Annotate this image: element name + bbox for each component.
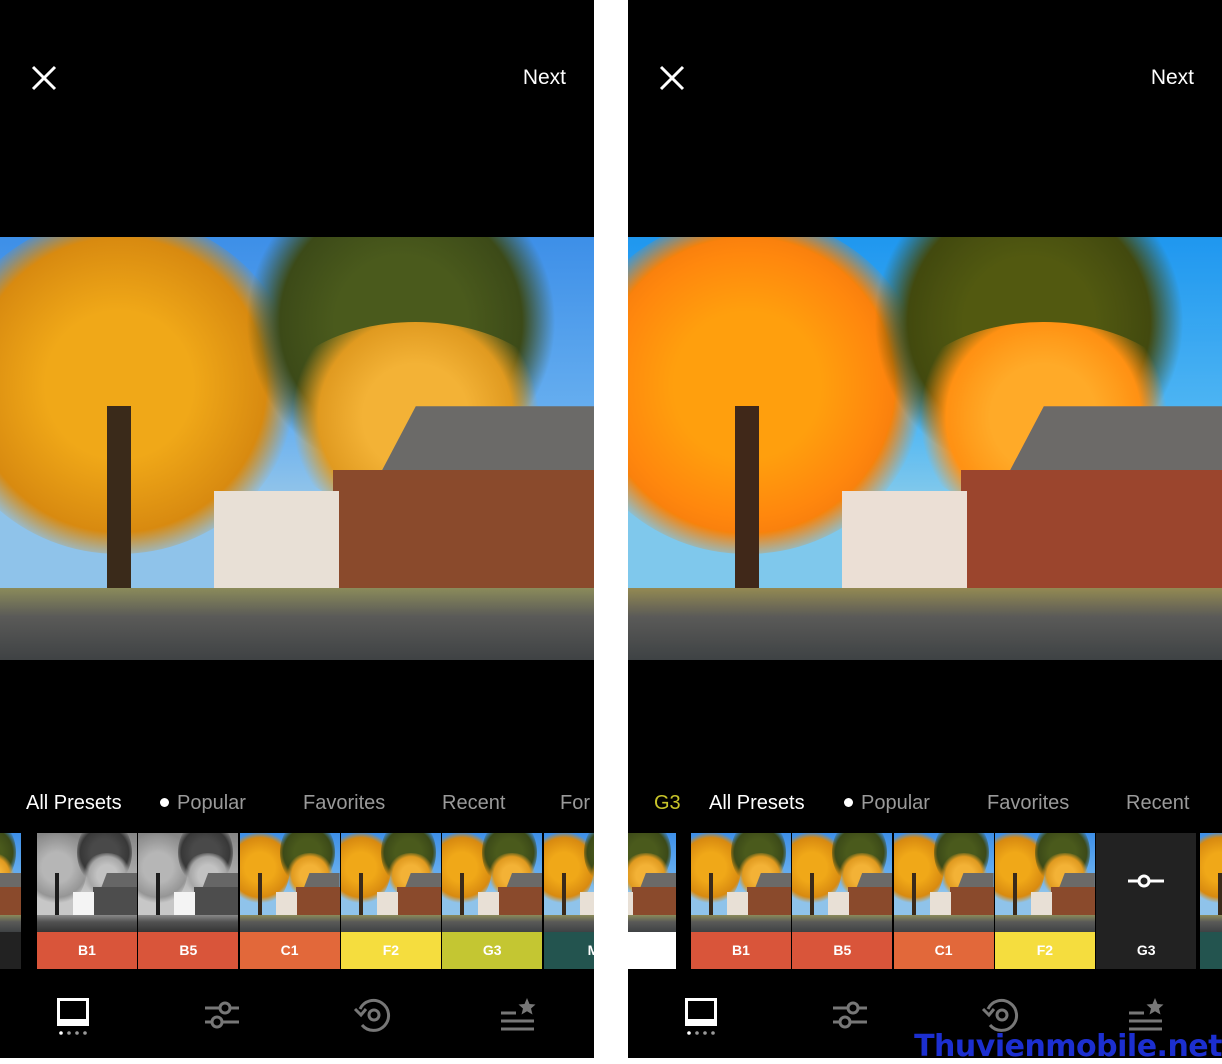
- preset-label: C1: [239, 932, 340, 969]
- photo-scene: [691, 833, 791, 932]
- preset-thumb-c1[interactable]: C1: [893, 833, 994, 969]
- preset-preview: [543, 833, 594, 932]
- photo-scene: [239, 833, 340, 932]
- photo-scene: [0, 833, 21, 932]
- photo-preview: [628, 237, 1222, 660]
- preset-thumb-b5[interactable]: B5: [138, 833, 239, 969]
- preset-preview: [792, 833, 893, 932]
- preset-label: B1: [37, 932, 137, 969]
- preset-thumb-b5[interactable]: B5: [792, 833, 893, 969]
- photo-scene: [0, 237, 594, 660]
- photo-scene: [994, 833, 1095, 932]
- preset-thumb-g3[interactable]: G3: [442, 833, 543, 969]
- preset-thumb-b1[interactable]: B1: [37, 833, 137, 969]
- preset-preview: [442, 833, 543, 932]
- preset-label: F2: [994, 932, 1095, 969]
- photo-scene: [893, 833, 994, 932]
- tab-recent[interactable]: Recent: [1126, 792, 1189, 815]
- photo-preview: [0, 237, 594, 660]
- current-preset-label: G3: [654, 792, 681, 814]
- preset-label: G3: [442, 932, 543, 969]
- left-screen: Next All Presets Popular Favorites Recen…: [0, 0, 594, 1058]
- preset-preview: [138, 833, 239, 932]
- adjust-strength-icon[interactable]: [1126, 871, 1166, 891]
- history-icon[interactable]: [352, 995, 392, 1035]
- presets-icon[interactable]: [54, 995, 94, 1035]
- dot-icon: [160, 798, 169, 807]
- recipes-icon[interactable]: [498, 995, 538, 1035]
- next-button[interactable]: Next: [523, 66, 566, 90]
- tab-favorites[interactable]: Favorites: [303, 792, 385, 815]
- dot-icon: [844, 798, 853, 807]
- watermark: Thuvienmobile.net: [914, 1029, 1222, 1064]
- preset-thumb-g3[interactable]: G3: [1096, 833, 1197, 969]
- preset-label: M: [543, 932, 594, 969]
- next-button[interactable]: Next: [1151, 66, 1194, 90]
- preset-preview: [340, 833, 441, 932]
- preset-preview: [239, 833, 340, 932]
- preset-preview: [994, 833, 1095, 932]
- tab-popular[interactable]: Popular: [160, 792, 246, 815]
- preset-label: B5: [138, 932, 239, 969]
- preset-thumb-b1[interactable]: B1: [691, 833, 791, 969]
- preset-thumb-c1[interactable]: C1: [239, 833, 340, 969]
- tab-recent[interactable]: Recent: [442, 792, 505, 815]
- photo-scene: [628, 237, 1222, 660]
- preset-preview: [37, 833, 137, 932]
- preset-label: F2: [340, 932, 441, 969]
- preset-thumb-m[interactable]: M: [543, 833, 594, 969]
- right-screen: Next G3 All Presets Popular Favorites Re…: [628, 0, 1222, 1058]
- photo-scene: [1200, 833, 1222, 932]
- photo-scene: [628, 833, 676, 932]
- tab-for-this-photo[interactable]: For: [560, 792, 590, 815]
- preset-thumb-partial[interactable]: [1200, 833, 1222, 969]
- adjust-sliders-icon[interactable]: [202, 995, 242, 1035]
- tab-popular[interactable]: Popular: [844, 792, 930, 815]
- preset-thumb-f2[interactable]: F2: [994, 833, 1095, 969]
- presets-icon[interactable]: [682, 995, 722, 1035]
- tab-all-presets[interactable]: All Presets: [26, 792, 122, 815]
- preset-preview: [691, 833, 791, 932]
- close-icon[interactable]: [658, 64, 686, 92]
- tab-favorites[interactable]: Favorites: [987, 792, 1069, 815]
- photo-scene: [792, 833, 893, 932]
- preset-label: G3: [1096, 932, 1197, 969]
- adjust-sliders-icon[interactable]: [830, 995, 870, 1035]
- photo-scene: [442, 833, 543, 932]
- tab-all-presets[interactable]: All Presets: [709, 792, 805, 815]
- photo-scene: [37, 833, 137, 932]
- preset-label: B1: [691, 932, 791, 969]
- photo-scene: [138, 833, 239, 932]
- preset-preview: [893, 833, 994, 932]
- preset-thumb-f2[interactable]: F2: [340, 833, 441, 969]
- photo-scene: [340, 833, 441, 932]
- preset-label: C1: [893, 932, 994, 969]
- preset-thumb-partial[interactable]: [628, 833, 676, 969]
- close-icon[interactable]: [30, 64, 58, 92]
- preset-thumb-partial[interactable]: [0, 833, 21, 969]
- photo-scene: [543, 833, 594, 932]
- preset-label: B5: [792, 932, 893, 969]
